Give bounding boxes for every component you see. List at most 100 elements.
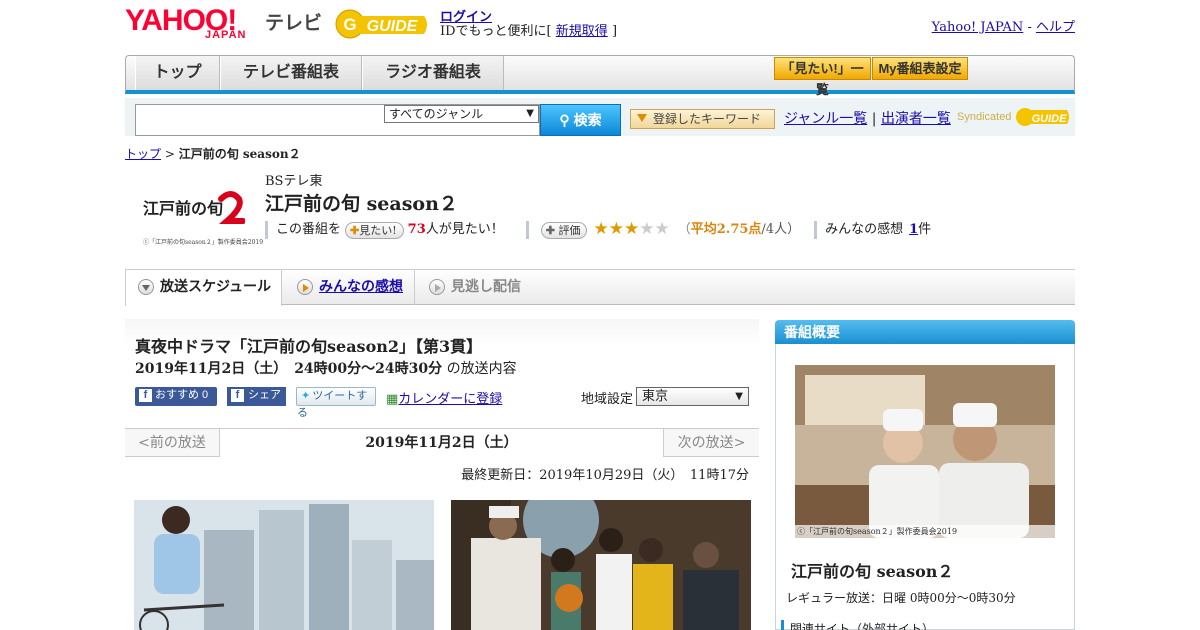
facebook-recommend-button[interactable]: f おすすめ 0 (135, 387, 217, 406)
id-register-suffix: ] (611, 24, 618, 39)
tweet-button[interactable]: ✦ ツイートする (296, 387, 376, 419)
yahoo-japan-link[interactable]: Yahoo! JAPAN (932, 20, 1024, 35)
next-broadcast-button[interactable]: 次の放送> (663, 429, 759, 456)
current-broadcast-date: 2019年11月2日（土） (220, 429, 663, 457)
svg-text:GUIDE: GUIDE (367, 18, 419, 35)
mitai-list-button[interactable]: 「見たい!」一覧 (774, 57, 871, 97)
episode-datetime-value: 2019年11月2日（土） 24時00分～24時30分 (135, 361, 443, 377)
divider (265, 221, 268, 239)
search-button-label: 検索 (573, 112, 602, 128)
nav-tab-radio-guide[interactable]: ラジオ番組表 (362, 56, 504, 90)
last-updated: 最終更新日：2019年10月29日（火） 11時17分 (461, 468, 749, 483)
want-suffix: 人が見たい！ (425, 222, 504, 237)
regular-broadcast: レギュラー放送：日曜 0時00分～0時30分 (786, 591, 1016, 605)
tab-impressions[interactable]: みんなの感想 (285, 270, 415, 305)
calendar-register-link[interactable]: カレンダーに登録 (398, 392, 502, 407)
program-summary-title: 江戸前の旬 season２ (791, 562, 954, 581)
rate-button-label: 評価 (558, 223, 581, 237)
star-empty-icon: ★ (654, 218, 670, 239)
chevron-down-icon (138, 279, 154, 295)
help-link[interactable]: ヘルプ (1036, 20, 1075, 35)
rating-stars: ★★★★★ (593, 220, 669, 241)
facebook-icon: f (231, 389, 244, 402)
episode-datetime: 2019年11月2日（土） 24時00分～24時30分 の放送内容 (135, 358, 517, 378)
genre-list-link[interactable]: ジャンル一覧 (784, 111, 867, 127)
region-label: 地域設定 (581, 392, 634, 407)
program-summary-heading: 番組概要 (775, 320, 1075, 344)
breadcrumb-top-link[interactable]: トップ (125, 147, 161, 161)
related-sites-heading: 関連サイト（外部サイト） (781, 620, 934, 630)
program-summary-photo-caption: ⓒ「江戸前の旬season２」製作委員会2019 (797, 527, 958, 536)
nav-tab-tv-guide[interactable]: テレビ番組表 (220, 56, 362, 90)
previous-broadcast-button[interactable]: <前の放送 (125, 429, 220, 456)
breadcrumb-separator: > (164, 147, 175, 161)
top-right-links: Yahoo! JAPAN - ヘルプ (932, 16, 1075, 35)
region-select-value: 東京 (642, 389, 669, 404)
station-name: BSテレ東 (265, 174, 323, 189)
plus-icon: ✚ (545, 223, 555, 237)
play-arrow-icon (429, 279, 445, 295)
divider (525, 221, 529, 239)
chevron-down-icon: ▼ (526, 108, 534, 119)
program-logo-caption: ⓒ「江戸前の旬season２」製作委員会2019 (143, 239, 264, 246)
episode-datetime-suffix: の放送内容 (446, 361, 517, 377)
want-button-label: 見たい! (359, 223, 397, 237)
rating-average: 平均2.75点 (690, 222, 762, 237)
syndicated-label: Syndicated (957, 110, 1012, 123)
twitter-bird-icon: ✦ (301, 390, 311, 402)
tab-label: みんなの感想 (319, 279, 403, 295)
search-links: ジャンル一覧 | 出演者一覧 (784, 108, 951, 128)
terebi-logo[interactable]: テレビ (265, 8, 322, 35)
tab-label: 見逃し配信 (451, 279, 521, 295)
facebook-share-button[interactable]: f シェア (227, 387, 286, 406)
program-summary-photo: ⓒ「江戸前の旬season２」製作委員会2019 (795, 365, 1055, 538)
impressions-suffix: 件 (918, 222, 932, 237)
yahoo-japan-logo-text: JAPAN (205, 29, 247, 41)
program-title: 江戸前の旬 season２ (265, 193, 458, 215)
svg-text:GUIDE: GUIDE (1031, 113, 1067, 125)
region-select[interactable]: 東京 ▼ (636, 387, 749, 406)
want-button[interactable]: ✚見たい! (345, 221, 404, 239)
nav-tab-top[interactable]: トップ (135, 56, 220, 90)
broadcast-date-nav: <前の放送 2019年11月2日（土） 次の放送> (125, 428, 759, 457)
chevron-down-icon: ▼ (735, 391, 743, 402)
share-label: シェア (248, 389, 281, 401)
id-register-prefix: IDでもっと便利に[ (440, 24, 552, 39)
registered-keyword-button[interactable]: 登録したキーワード (630, 109, 775, 129)
star-full-icon: ★ (623, 218, 640, 239)
genre-select[interactable]: すべてのジャンル ▼ (384, 105, 539, 123)
divider (814, 221, 818, 239)
registered-keyword-label: 登録したキーワード (653, 112, 762, 126)
star-full-icon: ★ (593, 218, 609, 239)
episode-photo-cyclist (134, 500, 434, 630)
star-empty-icon: ★ (639, 218, 655, 239)
my-guide-settings-button[interactable]: My番組表設定 (872, 57, 968, 80)
rate-button[interactable]: ✚ 評価 (540, 221, 588, 239)
play-arrow-icon (297, 279, 313, 295)
plus-icon: ✚ (350, 223, 360, 237)
impressions-count-link[interactable]: 1 (909, 220, 918, 240)
global-nav: トップ テレビ番組表 ラジオ番組表 「見たい!」一覧 My番組表設定 (125, 55, 1075, 97)
tab-broadcast-schedule[interactable]: 放送スケジュール (125, 270, 282, 306)
performer-list-link[interactable]: 出演者一覧 (881, 111, 951, 127)
rating-count: /4人） (761, 222, 801, 237)
search-bar: すべてのジャンル ▼ ⚲ 検索 登録したキーワード ジャンル一覧 | 出演者一覧… (125, 98, 1075, 136)
episode-title: 真夜中ドラマ「江戸前の旬season2」【第3貫】 (135, 337, 483, 356)
gguide-logo[interactable]: G GUIDE (334, 8, 430, 40)
svg-text:G: G (343, 15, 356, 34)
tab-catchup-streaming: 見逃し配信 (417, 270, 557, 305)
program-meta-row: この番組を ✚見たい! 73 人が見たい！ ✚ 評価 ★★★★★ （ 平均2.7… (265, 220, 931, 240)
rating-open: （ (677, 222, 691, 237)
program-logo-text: 江戸前の旬 (143, 199, 224, 218)
search-button[interactable]: ⚲ 検索 (540, 104, 621, 136)
triangle-down-icon (637, 114, 647, 122)
register-link[interactable]: 新規取得 (556, 24, 608, 39)
calendar-plus-icon: ▦ (386, 392, 399, 407)
search-icon: ⚲ (559, 112, 570, 128)
program-tabs: 放送スケジュール みんなの感想 見逃し配信 (125, 269, 1075, 306)
want-count: 73 (407, 222, 426, 237)
breadcrumb: トップ > 江戸前の旬 season２ (125, 145, 301, 162)
star-full-icon: ★ (608, 218, 624, 239)
search-links-divider: | (871, 111, 877, 127)
program-logo: 江戸前の旬 ⓒ「江戸前の旬season２」製作委員会2019 (137, 185, 263, 250)
